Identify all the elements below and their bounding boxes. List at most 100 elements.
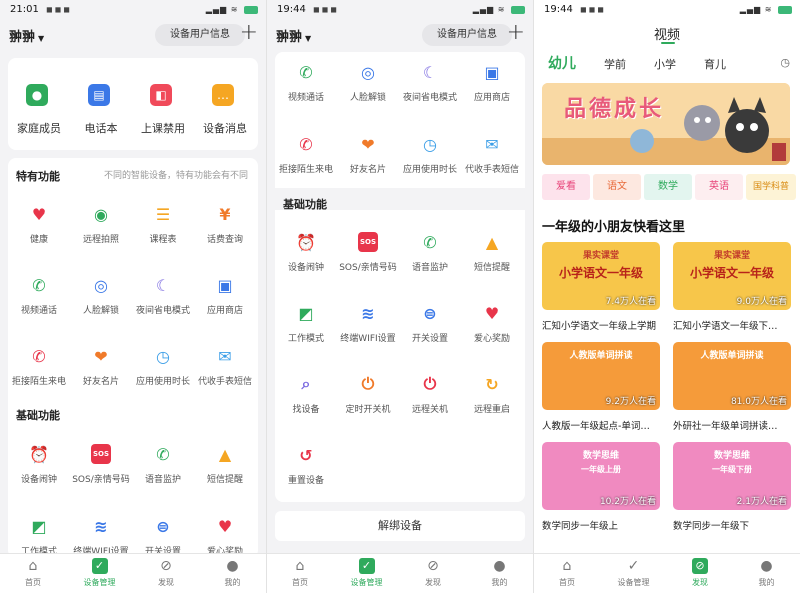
wifi-icon: ≋ (361, 303, 375, 323)
special-feature-label: 话费查询 (206, 235, 243, 245)
tab-label: 发现 (425, 578, 441, 587)
toggle-icon: ⊜ (423, 303, 437, 323)
tab-label: 我的 (758, 578, 775, 587)
promo-banner[interactable]: 品德成长 (542, 83, 790, 165)
category-tab[interactable]: 学前 (604, 56, 626, 72)
category-tab[interactable]: 小学 (654, 56, 676, 72)
device-user-info-button[interactable]: 设备用户信息 (155, 24, 245, 46)
video-call-icon: ✆ (299, 62, 313, 82)
banner-title: 品德成长 (564, 97, 665, 122)
signal-icons: ▂▄▆ ≋ (473, 0, 525, 20)
status-time: 21:01 (10, 4, 39, 15)
sms-icon: ✉ (218, 346, 232, 366)
title-underline (661, 42, 675, 44)
top-bar: 翀翀 ▼ 设备用户信息 + (0, 21, 266, 48)
video-title[interactable]: 外研社一年级单词拼读… (673, 418, 795, 432)
tab-discover[interactable]: ⊘ 发现 (667, 558, 733, 588)
video-title[interactable]: 人教版一年级起点-单词… (542, 418, 664, 432)
tab-device-manage[interactable]: ✓ 设备管理 (67, 558, 133, 588)
thumbnail-banner: 人教版单词拼读 (700, 351, 764, 361)
section-title: 一年级的小朋友快看这里 (542, 220, 686, 235)
video-thumbnail[interactable]: 数学思维 一年级下册 2.1万人在看 (673, 442, 791, 510)
device-selector[interactable]: 翀翀 ▼ (276, 26, 311, 45)
quick-action-label: 设备消息 (203, 122, 247, 135)
work-mode-icon: ◩ (31, 516, 47, 536)
power-icon: ⏻ (423, 374, 437, 393)
tab-profile[interactable]: ● 我的 (467, 558, 533, 588)
schedule-icon: ☰ (155, 204, 171, 224)
class-ban-icon: ◧ (150, 84, 172, 106)
subject-chip[interactable]: 爱看 (542, 174, 590, 200)
unbind-device-button[interactable]: 解绑设备 (275, 511, 525, 541)
category-tab[interactable]: 育儿 (704, 56, 726, 72)
video-thumbnail[interactable]: 人教版单词拼读 9.2万人在看 (542, 342, 660, 410)
status-time: 19:44 (277, 4, 306, 15)
subject-chip[interactable]: 语文 (593, 174, 641, 200)
device-manage-screen-1: 21:01 ◼◼◼ ▂▄▆ ≋ 翀翀 ▼ 设备用户信息 + ● 家庭成员 ▤ 电话本 ◧ 上… (0, 0, 266, 593)
special-feature-label: 应用商店 (206, 306, 243, 316)
work-mode-icon: ◩ (298, 303, 314, 323)
video-thumbnail[interactable]: 人教版单词拼读 81.0万人在看 (673, 342, 791, 410)
device-selector[interactable]: 翀翀 ▼ (9, 26, 44, 45)
video-discover-screen: 19:44 ◼◼◼ ▂▄▆ ≋ 视频 ◷ 幼儿 学前 小学 育儿 品德成长 爱看 语文数… (534, 0, 800, 593)
restart-icon: ↻ (485, 374, 499, 394)
thumbnail-subtitle: 小学语文一年级 (558, 266, 643, 280)
category-tab[interactable]: 幼儿 (548, 53, 576, 73)
tab-discover[interactable]: ⊘ 发现 (400, 558, 466, 588)
bottom-tab-bar: ⌂ 首页 ✓ 设备管理 ⊘ 发现 ● 我的 (0, 553, 266, 593)
bottom-tab-bar: ⌂ 首页 ✓ 设备管理 ⊘ 发现 ● 我的 (534, 553, 800, 593)
signal-icons: ▂▄▆ ≋ (740, 0, 792, 20)
moon-icon: ☾ (155, 275, 171, 295)
tab-device-manage[interactable]: ✓ 设备管理 (601, 558, 667, 588)
device-user-info-button[interactable]: 设备用户信息 (422, 24, 512, 46)
video-title[interactable]: 数学同步一年级上 (542, 518, 664, 532)
tab-discover[interactable]: ⊘ 发现 (133, 558, 199, 588)
video-thumbnail[interactable]: 果实课堂 小学语文一年级 7.4万人在看 (542, 242, 660, 310)
tab-profile[interactable]: ● 我的 (200, 558, 266, 588)
tab-device-manage[interactable]: ✓ 设备管理 (334, 558, 400, 588)
notification-icons: ◼◼◼ (580, 5, 606, 14)
face-unlock-icon: ◎ (361, 62, 375, 82)
voice-monitor-icon: ✆ (423, 232, 437, 252)
video-thumbnail[interactable]: 果实课堂 小学语文一年级 9.0万人在看 (673, 242, 791, 310)
screenshot-collage: 21:01 ◼◼◼ ▂▄▆ ≋ 翀翀 ▼ 设备用户信息 + ● 家庭成员 ▤ 电话本 ◧ 上… (0, 0, 800, 593)
bottom-tab-bar: ⌂ 首页 ✓ 设备管理 ⊘ 发现 ● 我的 (267, 553, 533, 593)
battery-icon (244, 5, 258, 14)
top-bar: 翀翀 ▼ 设备用户信息 + (267, 21, 533, 48)
tab-label: 设备管理 (617, 578, 650, 587)
home-icon: ⌂ (562, 558, 572, 574)
bell-icon: ▲ (218, 444, 232, 464)
video-thumbnail[interactable]: 数学思维 一年级上册 10.2万人在看 (542, 442, 660, 510)
tab-home[interactable]: ⌂ 首页 (267, 558, 333, 588)
page-title: 视频 (653, 28, 680, 43)
phonebook-icon: ▤ (88, 84, 110, 106)
subject-chip[interactable]: 国学科普 (746, 174, 796, 200)
caret-down-icon: ▼ (38, 34, 45, 43)
thumbnail-subtitle: 小学语文一年级 (689, 266, 774, 280)
subject-chip[interactable]: 英语 (695, 174, 743, 200)
discover-icon: ⊘ (427, 558, 439, 574)
status-bar: 21:01 ◼◼◼ ▂▄▆ ≋ (0, 0, 266, 20)
device-name: 翀翀 (9, 30, 36, 45)
special-features-hint: 不同的智能设备，特有功能会有不同 (103, 171, 248, 181)
video-title[interactable]: 数学同步一年级下 (673, 518, 795, 532)
tab-home[interactable]: ⌂ 首页 (534, 558, 600, 588)
status-bar: 19:44 ◼◼◼ ▂▄▆ ≋ (534, 0, 800, 20)
view-count: 10.2万人在看 (599, 497, 656, 507)
special-feature-label: 应用商店 (473, 93, 510, 103)
history-clock-icon[interactable]: ◷ (780, 56, 790, 69)
video-title[interactable]: 汇知小学语文一年级上学期 (542, 318, 664, 332)
add-icon[interactable]: + (507, 21, 525, 45)
sos-icon: SOS (358, 232, 378, 252)
special-features-title: 特有功能 (16, 170, 60, 183)
tab-profile[interactable]: ● 我的 (734, 558, 800, 588)
tab-label: 设备管理 (83, 578, 116, 587)
thumbnail-subtitle: 一年级下册 (712, 465, 752, 474)
subject-chip[interactable]: 数学 (644, 174, 692, 200)
video-title[interactable]: 汇知小学语文一年级下… (673, 318, 795, 332)
add-icon[interactable]: + (240, 21, 258, 45)
view-count: 81.0万人在看 (730, 397, 787, 407)
clock-icon: ◷ (423, 134, 437, 154)
tab-home[interactable]: ⌂ 首页 (0, 558, 66, 588)
reject-call-icon: ✆ (32, 346, 46, 366)
